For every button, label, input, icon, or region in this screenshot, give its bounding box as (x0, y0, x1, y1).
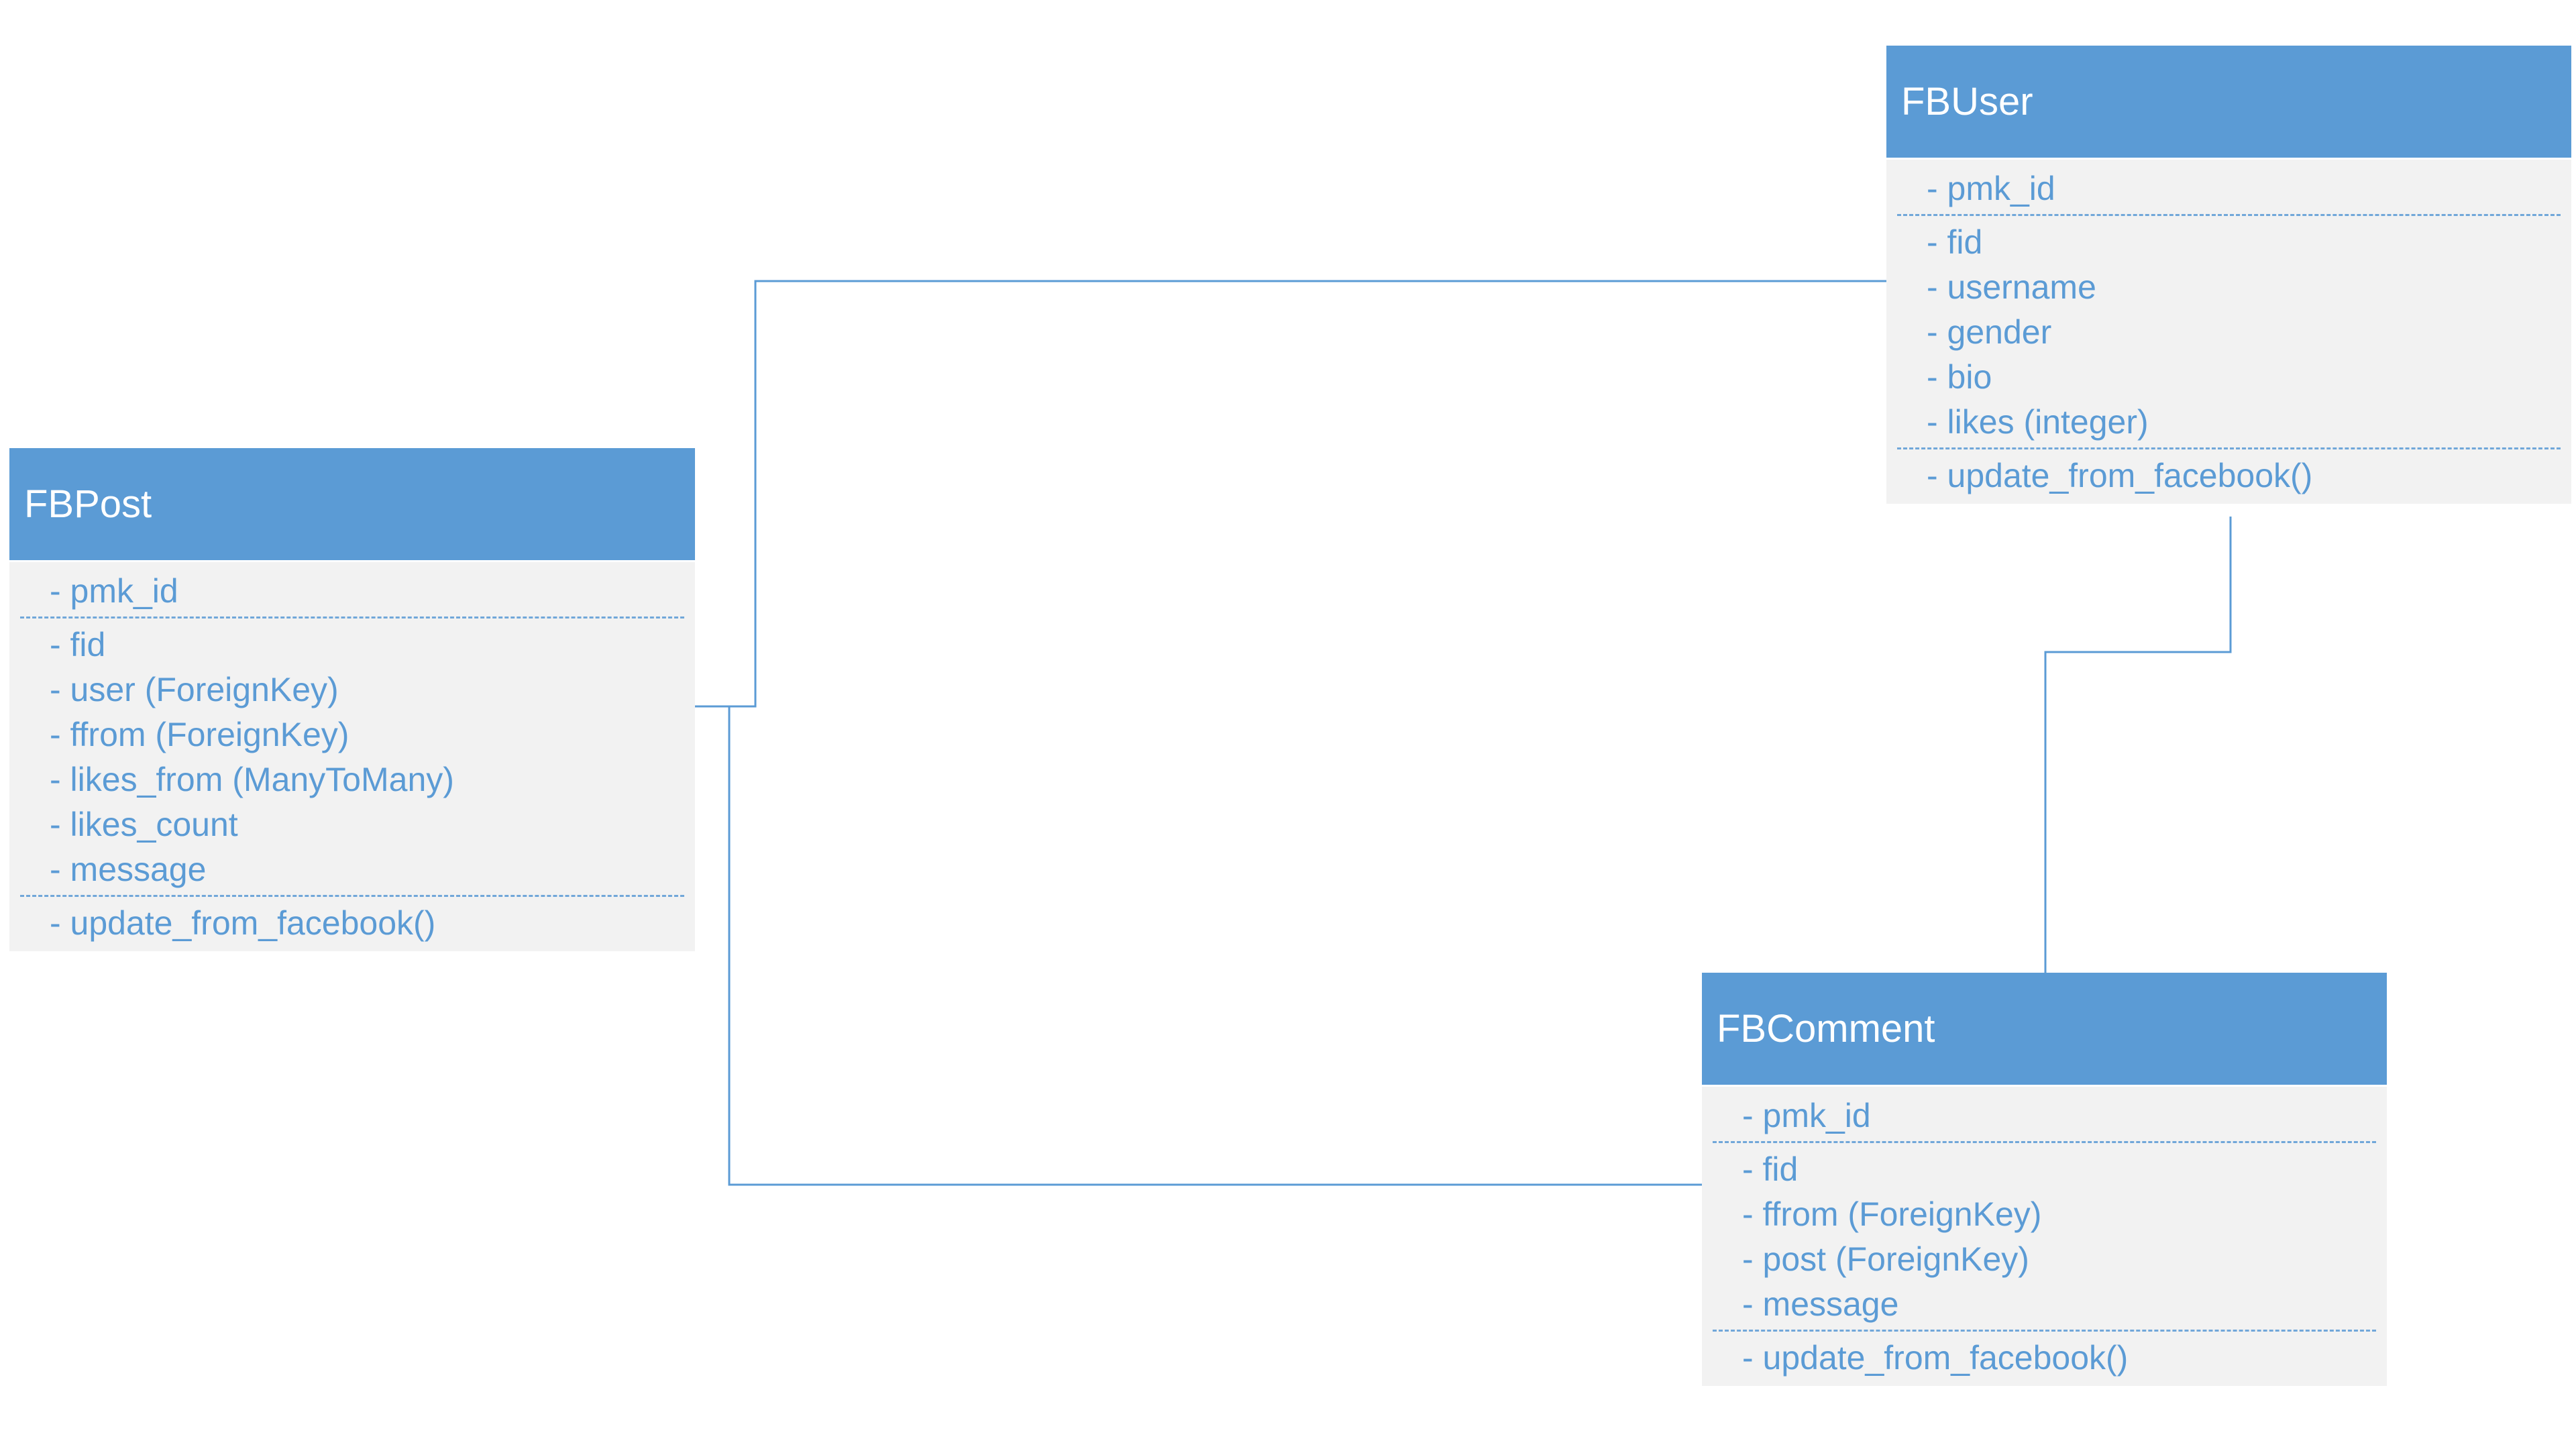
attribute: - post (ForeignKey) (1742, 1240, 2029, 1278)
relation-fbpost-fbuser (695, 280, 1886, 708)
section-divider (1897, 447, 2561, 449)
attribute: - likes (integer) (1927, 403, 2149, 441)
section-divider (1897, 214, 2561, 216)
attribute: - message (1742, 1285, 1899, 1323)
class-title: FBPost (24, 482, 152, 526)
class-fbuser[interactable]: FBUser - pmk_id - fid - username - gende… (1886, 46, 2571, 504)
attribute: - fid (1742, 1150, 1799, 1188)
attribute: - gender (1927, 313, 2052, 351)
class-header: FBUser (1886, 46, 2571, 160)
class-fbcomment[interactable]: FBComment - pmk_id - fid - ffrom (Foreig… (1702, 973, 2387, 1386)
attribute: - ffrom (ForeignKey) (1742, 1195, 2042, 1233)
method: - update_from_facebook() (50, 904, 436, 942)
section-divider (1713, 1330, 2376, 1332)
attribute: - ffrom (ForeignKey) (50, 716, 350, 753)
attribute: - fid (50, 626, 106, 663)
section-divider (20, 895, 684, 897)
attribute: - message (50, 851, 207, 888)
primary-key-attribute: - pmk_id (1927, 170, 2055, 207)
class-body: - pmk_id - fid - username - gender - bio… (1886, 160, 2571, 504)
relation-fbpost-fbcomment (728, 706, 1702, 1186)
relation-fbuser-fbcomment (2044, 517, 2232, 973)
primary-key-attribute: - pmk_id (50, 572, 178, 610)
attribute: - username (1927, 268, 2096, 306)
method: - update_from_facebook() (1927, 457, 2313, 494)
class-title: FBUser (1901, 80, 2033, 123)
class-title: FBComment (1717, 1007, 1935, 1051)
section-divider (1713, 1141, 2376, 1143)
attribute: - user (ForeignKey) (50, 671, 339, 708)
attribute: - bio (1927, 358, 1992, 396)
attribute: - likes_from (ManyToMany) (50, 761, 454, 798)
class-body: - pmk_id - fid - ffrom (ForeignKey) - po… (1702, 1087, 2387, 1386)
class-header: FBComment (1702, 973, 2387, 1087)
class-fbpost[interactable]: FBPost - pmk_id - fid - user (ForeignKey… (9, 448, 695, 951)
method: - update_from_facebook() (1742, 1339, 2129, 1377)
class-body: - pmk_id - fid - user (ForeignKey) - ffr… (9, 562, 695, 951)
primary-key-attribute: - pmk_id (1742, 1097, 1871, 1134)
section-divider (20, 616, 684, 619)
attribute: - fid (1927, 223, 1983, 261)
class-header: FBPost (9, 448, 695, 562)
attribute: - likes_count (50, 806, 238, 843)
